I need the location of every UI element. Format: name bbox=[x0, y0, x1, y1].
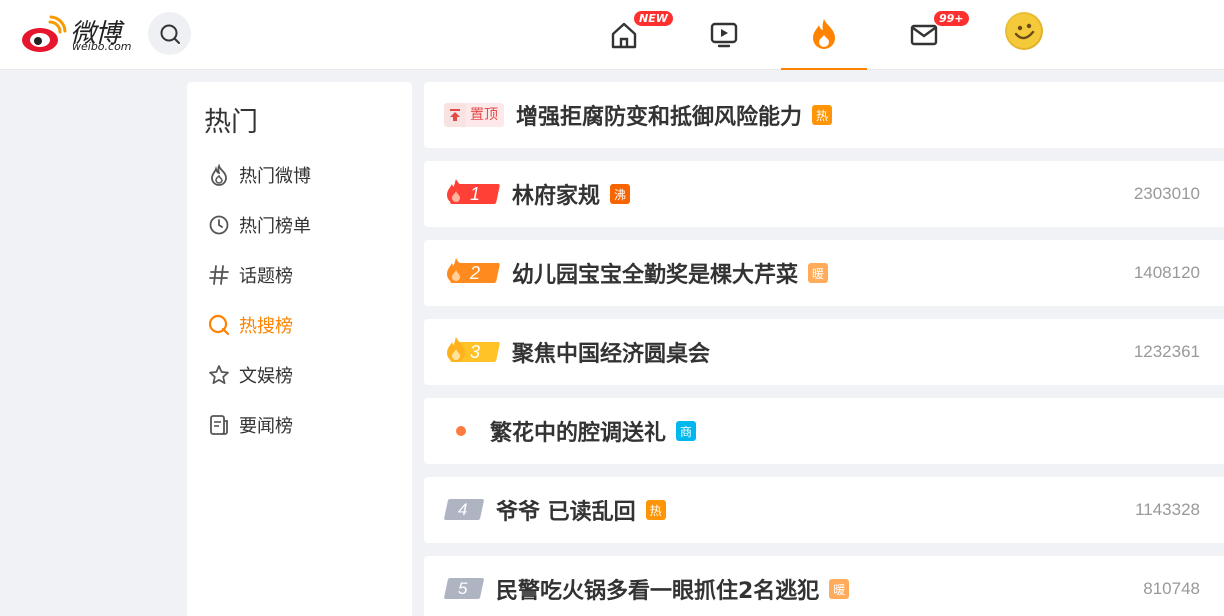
search-ring-icon bbox=[207, 313, 231, 337]
trend-title[interactable]: 繁花中的腔调送礼 bbox=[490, 415, 666, 447]
nav-messages[interactable]: 99+ bbox=[881, 0, 970, 70]
rank-badge: 5 bbox=[443, 578, 485, 600]
trend-title[interactable]: 林府家规 bbox=[512, 178, 600, 210]
trend-title[interactable]: 民警吃火锅多看一眼抓住2名逃犯 bbox=[496, 573, 819, 605]
sidebar-item-label: 热门微博 bbox=[239, 166, 311, 187]
pinned-label: 置顶 bbox=[466, 103, 504, 127]
sidebar-item-entertainment[interactable]: 文娱榜 bbox=[207, 360, 293, 390]
heat-count: 810748 bbox=[1143, 579, 1200, 598]
heat-count: 1143328 bbox=[1135, 500, 1200, 519]
rank-badge: 1 bbox=[444, 179, 501, 207]
nav-hot[interactable] bbox=[781, 0, 867, 70]
list-item-rank-2[interactable]: 2 幼儿园宝宝全勤奖是棵大芹菜 暖 1408120 bbox=[424, 240, 1224, 306]
star-icon bbox=[207, 363, 231, 387]
rank-badge: 2 bbox=[444, 258, 501, 286]
list-item-rank-4[interactable]: 4 爷爷 已读乱回 热 1143328 bbox=[424, 477, 1224, 543]
sidebar-item-label: 热搜榜 bbox=[239, 316, 293, 337]
message-count-badge: 99+ bbox=[933, 10, 970, 27]
rank-badge: 3 bbox=[444, 337, 501, 365]
video-icon bbox=[710, 22, 738, 48]
boil-tag: 沸 bbox=[610, 184, 631, 204]
top-bar: 微博 weibo.com NEW 99+ bbox=[0, 0, 1224, 70]
sidebar-item-label: 文娱榜 bbox=[239, 366, 293, 387]
hashtag-icon bbox=[207, 263, 231, 287]
commercial-tag: 商 bbox=[676, 421, 697, 441]
avatar[interactable] bbox=[1005, 12, 1043, 50]
new-badge: NEW bbox=[633, 10, 674, 27]
trend-title[interactable]: 幼儿园宝宝全勤奖是棵大芹菜 bbox=[512, 257, 798, 289]
sidebar-item-label: 热门榜单 bbox=[239, 216, 311, 237]
hot-tag: 热 bbox=[645, 500, 666, 520]
heat-count: 1408120 bbox=[1133, 263, 1200, 282]
flame-icon bbox=[447, 337, 465, 362]
flame-icon bbox=[447, 179, 465, 204]
rank-number: 5 bbox=[458, 579, 468, 598]
weibo-logo[interactable]: 微博 weibo.com bbox=[20, 12, 132, 56]
rank-number: 2 bbox=[470, 263, 481, 283]
trend-title[interactable]: 增强拒腐防变和抵御风险能力 bbox=[516, 99, 802, 131]
sidebar-item-hot-weibo[interactable]: 热门微博 bbox=[207, 160, 311, 190]
weibo-eye-icon bbox=[22, 15, 67, 52]
pinned-badge: 置顶 bbox=[444, 103, 504, 127]
clock-icon bbox=[207, 213, 231, 237]
flame-outline-icon bbox=[207, 163, 231, 187]
flame-icon bbox=[447, 258, 465, 283]
list-item-pinned[interactable]: 置顶 增强拒腐防变和抵御风险能力 热 bbox=[424, 82, 1224, 148]
sidebar-title: 热门 bbox=[204, 107, 258, 138]
list-item-rank-1[interactable]: 1 林府家规 沸 2303010 bbox=[424, 161, 1224, 227]
sidebar-item-hot-lists[interactable]: 热门榜单 bbox=[207, 210, 311, 240]
sidebar-item-hot-search[interactable]: 热搜榜 bbox=[207, 310, 293, 340]
sidebar-item-topics[interactable]: 话题榜 bbox=[207, 260, 293, 290]
trend-title[interactable]: 爷爷 已读乱回 bbox=[496, 494, 636, 526]
sidebar-item-label: 话题榜 bbox=[239, 266, 293, 287]
rank-number: 3 bbox=[470, 342, 481, 362]
rank-badge: 4 bbox=[443, 499, 485, 521]
search-icon bbox=[160, 24, 180, 44]
rank-number: 1 bbox=[470, 184, 481, 204]
sidebar: 热门 热门微博 热门榜单 话题榜 热搜榜 文娱榜 要闻榜 bbox=[187, 82, 412, 616]
heat-count: 1232361 bbox=[1133, 342, 1200, 361]
pin-top-icon bbox=[444, 103, 466, 127]
heat-count: 2303010 bbox=[1133, 184, 1200, 203]
bullet-dot bbox=[456, 426, 466, 436]
logo-domain: weibo.com bbox=[72, 40, 132, 53]
sidebar-item-label: 要闻榜 bbox=[239, 416, 293, 437]
list-item-rank-3[interactable]: 3 聚焦中国经济圆桌会 1232361 bbox=[424, 319, 1224, 385]
warm-tag: 暖 bbox=[829, 579, 850, 599]
list-item-ad[interactable]: 繁花中的腔调送礼 商 bbox=[424, 398, 1224, 464]
search-button[interactable] bbox=[148, 12, 191, 55]
rank-number: 4 bbox=[458, 500, 468, 519]
flame-icon bbox=[813, 19, 835, 49]
hot-tag: 热 bbox=[812, 105, 833, 125]
nav-home[interactable]: NEW bbox=[581, 0, 674, 70]
nav-video[interactable] bbox=[681, 0, 767, 70]
list-item-rank-5[interactable]: 5 民警吃火锅多看一眼抓住2名逃犯 暖 810748 bbox=[424, 556, 1224, 616]
news-icon bbox=[207, 413, 231, 437]
warm-tag: 暖 bbox=[808, 263, 829, 283]
sidebar-item-news[interactable]: 要闻榜 bbox=[207, 410, 293, 440]
trend-title[interactable]: 聚焦中国经济圆桌会 bbox=[512, 336, 710, 368]
smiley-avatar-icon bbox=[1007, 14, 1041, 48]
